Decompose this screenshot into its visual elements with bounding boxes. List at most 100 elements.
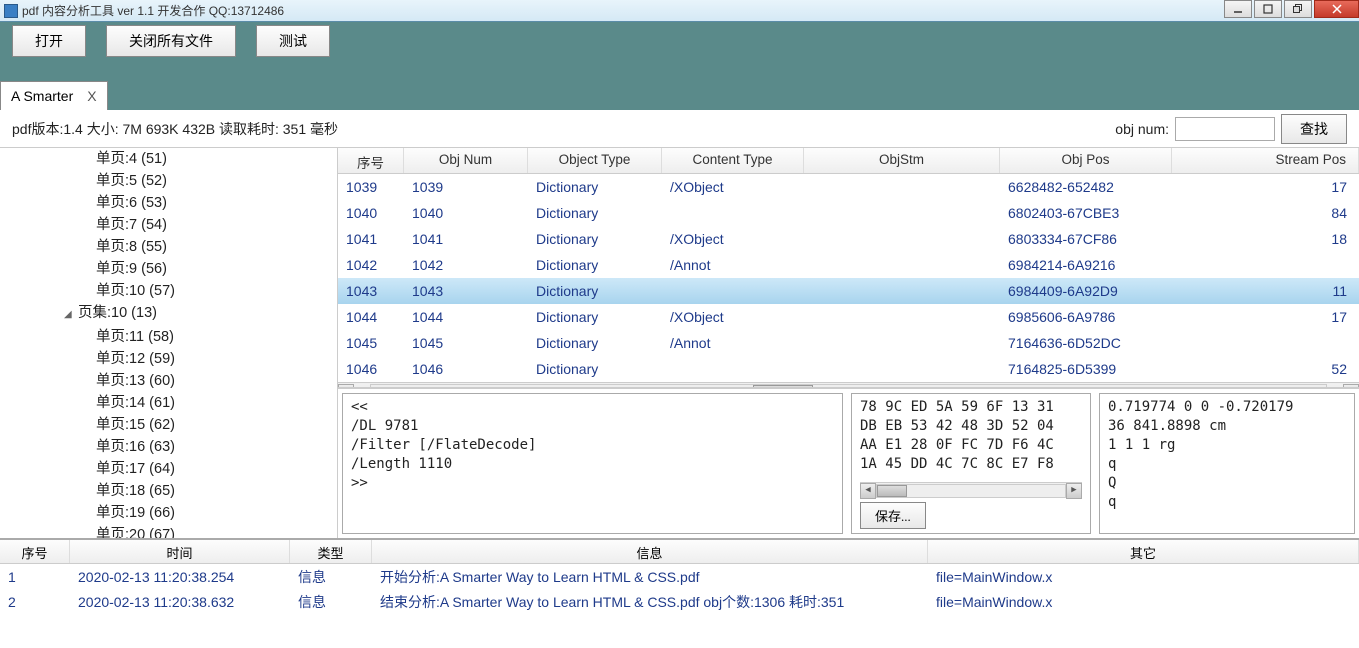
hex-content[interactable]: 78 9C ED 5A 59 6F 13 31 DB EB 53 42 48 3… xyxy=(860,398,1082,482)
tree-item[interactable]: 单页:14 (61) xyxy=(0,392,337,414)
cell-seq: 1044 xyxy=(338,307,404,327)
tree-scroll[interactable]: 单页:4 (51)单页:5 (52)单页:6 (53)单页:7 (54)单页:8… xyxy=(0,148,337,538)
cell-seq: 1039 xyxy=(338,177,404,197)
objnum-input[interactable] xyxy=(1175,117,1275,141)
log-col-type[interactable]: 类型 xyxy=(290,540,372,563)
table-row[interactable]: 10441044Dictionary/XObject6985606-6A9786… xyxy=(338,304,1359,330)
table-row[interactable]: 10431043Dictionary6984409-6A92D911 xyxy=(338,278,1359,304)
dict-view[interactable]: << /DL 9781 /Filter [/FlateDecode] /Leng… xyxy=(342,393,843,534)
col-objstm[interactable]: ObjStm xyxy=(804,148,1000,173)
scroll-left-icon[interactable]: ◀ xyxy=(338,384,354,389)
tree-item[interactable]: 单页:10 (57) xyxy=(0,280,337,302)
log-row[interactable]: 12020-02-13 11:20:38.254信息开始分析:A Smarter… xyxy=(0,564,1359,589)
tree-item[interactable]: 单页:12 (59) xyxy=(0,348,337,370)
table-row[interactable]: 10451045Dictionary/Annot7164636-6D52DC xyxy=(338,330,1359,356)
cell-objstm xyxy=(804,263,1000,267)
cell-objstm xyxy=(804,211,1000,215)
tree-item[interactable]: ◢页集:10 (13) xyxy=(0,302,337,326)
table-row[interactable]: 10421042Dictionary/Annot6984214-6A9216 xyxy=(338,252,1359,278)
grid-hscroll[interactable]: ◀ ▶ xyxy=(338,382,1359,388)
scroll-thumb[interactable] xyxy=(753,385,813,389)
maximize-button[interactable] xyxy=(1254,0,1282,18)
window-title: pdf 内容分析工具 ver 1.1 开发合作 QQ:13712486 xyxy=(22,2,284,19)
restore-button[interactable] xyxy=(1284,0,1312,18)
tree-item[interactable]: 单页:4 (51) xyxy=(0,148,337,170)
cell-objpos: 6984409-6A92D9 xyxy=(1000,281,1172,301)
table-row[interactable]: 10401040Dictionary6802403-67CBE384 xyxy=(338,200,1359,226)
cell-seq: 1043 xyxy=(338,281,404,301)
tree-item[interactable]: 单页:7 (54) xyxy=(0,214,337,236)
col-streampos[interactable]: Stream Pos xyxy=(1172,148,1359,173)
tree-item[interactable]: 单页:11 (58) xyxy=(0,326,337,348)
tree-item[interactable]: 单页:17 (64) xyxy=(0,458,337,480)
scroll-left-icon[interactable]: ◀ xyxy=(860,483,876,499)
tree-item-label: 页集:10 (13) xyxy=(78,305,157,321)
cell-objtype: Dictionary xyxy=(528,255,662,275)
close-all-button[interactable]: 关闭所有文件 xyxy=(106,25,236,57)
close-button[interactable] xyxy=(1314,0,1359,18)
tree-item[interactable]: 单页:16 (63) xyxy=(0,436,337,458)
tree-item[interactable]: 单页:9 (56) xyxy=(0,258,337,280)
col-contenttype[interactable]: Content Type xyxy=(662,148,804,173)
find-button[interactable]: 查找 xyxy=(1281,114,1347,144)
col-seq[interactable]: 序号 xyxy=(338,148,404,173)
tree-item[interactable]: 单页:5 (52) xyxy=(0,170,337,192)
log-cell-msg: 开始分析:A Smarter Way to Learn HTML & CSS.p… xyxy=(372,565,928,589)
tree-expander-icon[interactable]: ◢ xyxy=(64,305,74,325)
cell-seq: 1042 xyxy=(338,255,404,275)
table-row[interactable]: 10461046Dictionary7164825-6D539952 xyxy=(338,356,1359,382)
log-col-msg[interactable]: 信息 xyxy=(372,540,928,563)
log-cell-seq: 1 xyxy=(0,567,70,587)
tab-label: A Smarter xyxy=(11,88,73,104)
cell-objnum: 1045 xyxy=(404,333,528,353)
table-row[interactable]: 10391039Dictionary/XObject6628482-652482… xyxy=(338,174,1359,200)
tree-item-label: 单页:11 (58) xyxy=(96,329,174,345)
log-cell-type: 信息 xyxy=(290,565,372,589)
cell-seq: 1041 xyxy=(338,229,404,249)
col-objpos[interactable]: Obj Pos xyxy=(1000,148,1172,173)
scroll-right-icon[interactable]: ▶ xyxy=(1343,384,1359,389)
detail-row: << /DL 9781 /Filter [/FlateDecode] /Leng… xyxy=(338,388,1359,538)
cell-objtype: Dictionary xyxy=(528,203,662,223)
log-col-seq[interactable]: 序号 xyxy=(0,540,70,563)
tree-item[interactable]: 单页:18 (65) xyxy=(0,480,337,502)
cell-streampos xyxy=(1172,263,1359,267)
scroll-track[interactable] xyxy=(876,484,1066,498)
cell-objpos: 6985606-6A9786 xyxy=(1000,307,1172,327)
col-objnum[interactable]: Obj Num xyxy=(404,148,528,173)
tree-item[interactable]: 单页:13 (60) xyxy=(0,370,337,392)
minimize-button[interactable] xyxy=(1224,0,1252,18)
col-objtype[interactable]: Object Type xyxy=(528,148,662,173)
cell-objtype: Dictionary xyxy=(528,359,662,379)
cell-contenttype xyxy=(662,289,804,293)
info-bar: pdf版本:1.4 大小: 7M 693K 432B 读取耗时: 351 毫秒 … xyxy=(0,110,1359,148)
scroll-right-icon[interactable]: ▶ xyxy=(1066,483,1082,499)
log-cell-seq: 2 xyxy=(0,592,70,612)
tree-item[interactable]: 单页:20 (67) xyxy=(0,524,337,538)
scroll-track[interactable] xyxy=(370,384,1327,389)
tree-item[interactable]: 单页:15 (62) xyxy=(0,414,337,436)
stream-view[interactable]: 0.719774 0 0 -0.720179 36 841.8898 cm 1 … xyxy=(1099,393,1355,534)
log-col-time[interactable]: 时间 xyxy=(70,540,290,563)
scroll-thumb[interactable] xyxy=(877,485,907,497)
cell-contenttype: /Annot xyxy=(662,255,804,275)
cell-objnum: 1039 xyxy=(404,177,528,197)
log-col-other[interactable]: 其它 xyxy=(928,540,1359,563)
cell-objstm xyxy=(804,341,1000,345)
save-button[interactable]: 保存... xyxy=(860,502,926,529)
test-button[interactable]: 测试 xyxy=(256,25,330,57)
cell-objstm xyxy=(804,367,1000,371)
table-row[interactable]: 10411041Dictionary/XObject6803334-67CF86… xyxy=(338,226,1359,252)
cell-objpos: 7164636-6D52DC xyxy=(1000,333,1172,353)
log-row[interactable]: 22020-02-13 11:20:38.632信息结束分析:A Smarter… xyxy=(0,589,1359,614)
tree-item[interactable]: 单页:19 (66) xyxy=(0,502,337,524)
tree-item[interactable]: 单页:6 (53) xyxy=(0,192,337,214)
tree-item-label: 单页:20 (67) xyxy=(96,527,175,538)
tree-item[interactable]: 单页:8 (55) xyxy=(0,236,337,258)
cell-objpos: 6628482-652482 xyxy=(1000,177,1172,197)
hex-hscroll[interactable]: ◀ ▶ xyxy=(860,482,1082,498)
tab-close-icon[interactable]: X xyxy=(87,88,96,104)
document-tab[interactable]: A Smarter X xyxy=(0,81,108,110)
open-button[interactable]: 打开 xyxy=(12,25,86,57)
cell-objtype: Dictionary xyxy=(528,307,662,327)
